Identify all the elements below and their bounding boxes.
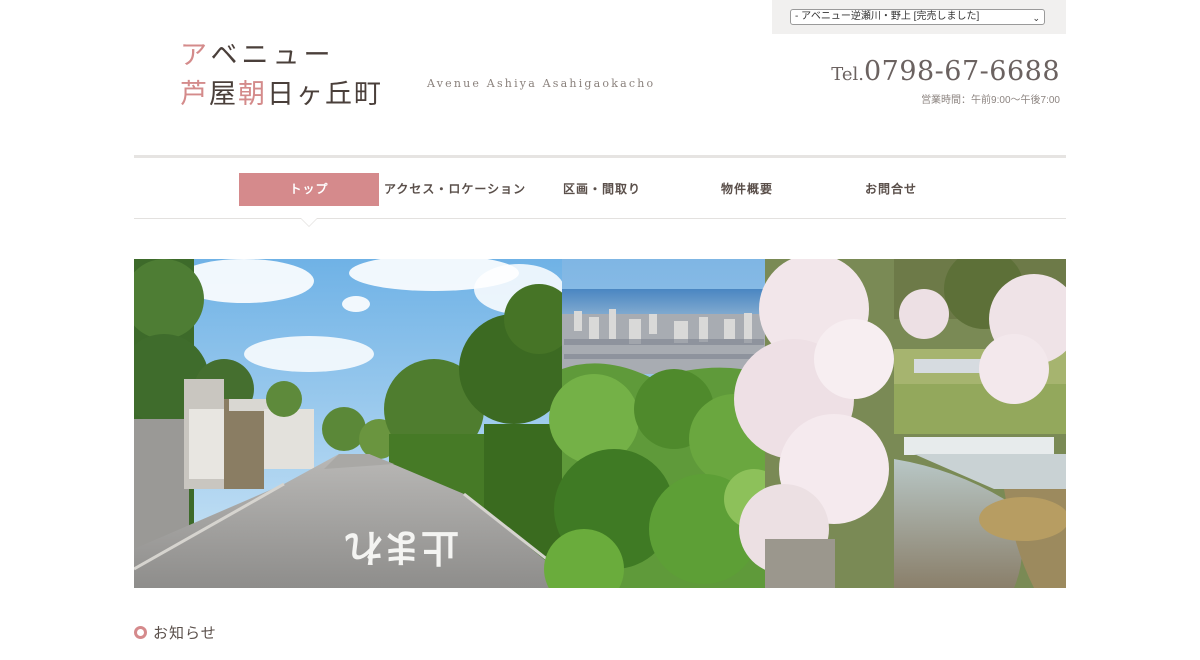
logo-ashiya-rest: 屋 [209,79,238,110]
business-hours: 営業時間：午前9:00～午後7:00 [921,95,1060,106]
news-heading: お知らせ [134,622,217,643]
logo-english: Avenue Ashiya Asahigaokacho [427,77,656,90]
phone-number[interactable]: Tel.0798-67-6688 [831,56,1060,87]
nav-item-contact[interactable]: お問合せ [821,173,961,206]
logo-asa: 朝 [238,79,267,110]
hero-panel-street: 止まれ [134,259,574,588]
nav-item-overview[interactable]: 物件概要 [677,173,817,206]
nav-divider-top [134,155,1066,158]
site-logo[interactable]: アベニュー 芦屋朝日ヶ丘町 [180,42,383,108]
logo-line1-rest: ベニュー [210,40,335,71]
nav-item-top[interactable]: トップ [239,173,379,206]
tel-number: 0798-67-6688 [863,56,1060,87]
news-title: お知らせ [153,624,217,642]
logo-hiyoka: 日ヶ丘町 [267,79,383,110]
logo-line-1: アベニュー [180,42,383,69]
logo-line-2: 芦屋朝日ヶ丘町 [180,81,383,108]
nav-item-access[interactable]: アクセス・ロケーション [384,173,525,206]
nav-item-plan[interactable]: 区画・間取り [532,173,672,206]
road-marking-text: 止まれ [345,525,459,569]
hero-panel-river [734,259,1066,588]
nav-divider-bottom [134,218,1066,219]
logo-ashiya-accent: 芦 [180,79,209,110]
nav-active-pointer-inner [301,218,317,226]
project-select-value: - アベニュー逆瀬川・野上 [完売しました] [795,11,980,22]
tel-prefix: Tel. [831,64,864,85]
hero-image-collage: 止まれ [134,259,1066,588]
chevron-down-icon: ⌄ [1032,13,1040,23]
circle-bullet-icon [134,626,147,639]
project-select[interactable]: - アベニュー逆瀬川・野上 [完売しました] ⌄ [790,9,1045,25]
logo-line1-first-char: ア [180,40,211,71]
top-bar: - アベニュー逆瀬川・野上 [完売しました] ⌄ [772,0,1066,34]
